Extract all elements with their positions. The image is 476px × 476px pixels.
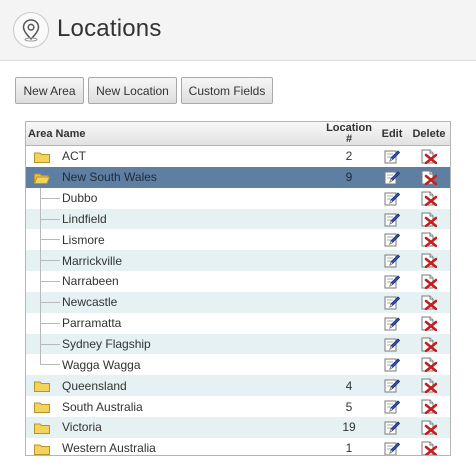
area-row[interactable]: ACT 2	[26, 146, 450, 167]
location-row[interactable]: Wagga Wagga	[26, 354, 450, 375]
folder-icon[interactable]	[34, 380, 50, 393]
delete-icon[interactable]	[421, 274, 438, 290]
area-row[interactable]: Queensland 4	[26, 375, 450, 397]
location-row[interactable]: Sydney Flagship	[26, 333, 450, 355]
edit-icon[interactable]	[384, 253, 401, 268]
tree-line-horizontal	[40, 364, 60, 366]
location-name[interactable]: Newcastle	[62, 292, 117, 313]
area-name[interactable]: ACT	[62, 146, 86, 167]
custom-fields-button[interactable]: Custom Fields	[181, 77, 273, 104]
location-row[interactable]: Newcastle	[26, 291, 450, 313]
new-location-button[interactable]: New Location	[88, 77, 177, 104]
tree-line-horizontal	[40, 239, 60, 241]
edit-icon[interactable]	[384, 399, 401, 414]
location-count: 4	[345, 378, 353, 393]
tree-line-horizontal	[40, 218, 60, 220]
delete-icon[interactable]	[421, 441, 438, 455]
folder-icon[interactable]	[34, 443, 50, 455]
edit-icon[interactable]	[384, 420, 401, 435]
map-pin-icon	[13, 12, 49, 48]
delete-icon[interactable]	[421, 399, 438, 415]
folder-open-icon[interactable]	[33, 172, 51, 184]
column-header-location-count[interactable]: Location #	[322, 122, 376, 146]
edit-icon[interactable]	[384, 274, 401, 289]
tree-line-horizontal	[40, 343, 60, 345]
folder-icon[interactable]	[34, 401, 50, 414]
location-row[interactable]: Narrabeen	[26, 271, 450, 292]
location-row[interactable]: Parramatta	[26, 312, 450, 334]
delete-icon[interactable]	[421, 295, 438, 311]
area-name[interactable]: Queensland	[62, 375, 127, 396]
new-area-button[interactable]: New Area	[15, 77, 84, 104]
delete-icon[interactable]	[421, 337, 438, 352]
edit-icon[interactable]	[384, 441, 401, 455]
delete-icon[interactable]	[421, 357, 438, 373]
location-count: 2	[345, 149, 353, 164]
area-name[interactable]: Western Australia	[62, 438, 156, 455]
tree-line-horizontal	[40, 260, 60, 262]
edit-icon[interactable]	[384, 149, 401, 164]
location-row[interactable]: Marrickville	[26, 250, 450, 272]
delete-icon[interactable]	[421, 253, 438, 269]
page-header: Locations	[0, 0, 476, 61]
area-row[interactable]: Western Australia 1	[26, 438, 450, 456]
area-name[interactable]: Victoria	[62, 417, 102, 438]
location-count: 1	[345, 441, 353, 456]
location-name[interactable]: Wagga Wagga	[62, 354, 141, 375]
edit-icon[interactable]	[384, 295, 401, 310]
edit-icon[interactable]	[384, 357, 401, 372]
delete-icon[interactable]	[421, 149, 438, 165]
areas-tree-grid: Area Name Location # Edit Delete ACT 2 New…	[25, 121, 451, 456]
location-row[interactable]: Lismore	[26, 229, 450, 251]
tree-line-horizontal	[40, 301, 60, 303]
location-row[interactable]: Lindfield	[26, 208, 450, 230]
column-header-edit: Edit	[381, 128, 403, 140]
location-name[interactable]: Dubbo	[62, 188, 97, 209]
area-row[interactable]: Victoria 19	[26, 416, 450, 438]
edit-icon[interactable]	[384, 337, 401, 352]
folder-icon[interactable]	[34, 151, 50, 163]
column-header-area-name[interactable]: Area Name	[28, 122, 85, 146]
toolbar: New Area New Location Custom Fields	[15, 77, 273, 104]
location-name[interactable]: Lismore	[62, 229, 105, 250]
delete-icon[interactable]	[421, 191, 438, 206]
grid-body: ACT 2 New South Wales 9 Dubbo Lindfield Lismor…	[26, 146, 450, 456]
area-row[interactable]: New South Wales 9	[26, 166, 450, 188]
area-row[interactable]: South Australia 5	[26, 396, 450, 417]
location-name[interactable]: Narrabeen	[62, 271, 119, 292]
delete-icon[interactable]	[421, 378, 438, 394]
delete-icon[interactable]	[421, 170, 438, 186]
edit-icon[interactable]	[384, 232, 401, 247]
delete-icon[interactable]	[421, 232, 438, 248]
edit-icon[interactable]	[384, 212, 401, 227]
delete-icon[interactable]	[421, 212, 438, 227]
grid-header: Area Name Location # Edit Delete	[26, 122, 450, 146]
page-title: Locations	[57, 15, 162, 42]
delete-icon[interactable]	[421, 420, 438, 436]
tree-line-horizontal	[40, 197, 60, 199]
tree-line-horizontal	[40, 322, 60, 324]
delete-icon[interactable]	[421, 316, 438, 332]
edit-icon[interactable]	[384, 316, 401, 331]
column-header-delete: Delete	[412, 128, 446, 140]
edit-icon[interactable]	[384, 170, 401, 185]
area-name[interactable]: South Australia	[62, 396, 143, 417]
area-name[interactable]: New South Wales	[62, 167, 157, 188]
location-name[interactable]: Marrickville	[62, 250, 122, 271]
location-count: 19	[342, 420, 356, 435]
tree-line-horizontal	[40, 281, 60, 283]
location-name[interactable]: Sydney Flagship	[62, 334, 151, 355]
location-row[interactable]: Dubbo	[26, 187, 450, 209]
edit-icon[interactable]	[384, 378, 401, 393]
location-count: 5	[345, 399, 353, 414]
location-name[interactable]: Parramatta	[62, 313, 121, 334]
location-name[interactable]: Lindfield	[62, 209, 107, 230]
edit-icon[interactable]	[384, 191, 401, 206]
location-count: 9	[345, 170, 353, 185]
folder-icon[interactable]	[34, 422, 50, 434]
